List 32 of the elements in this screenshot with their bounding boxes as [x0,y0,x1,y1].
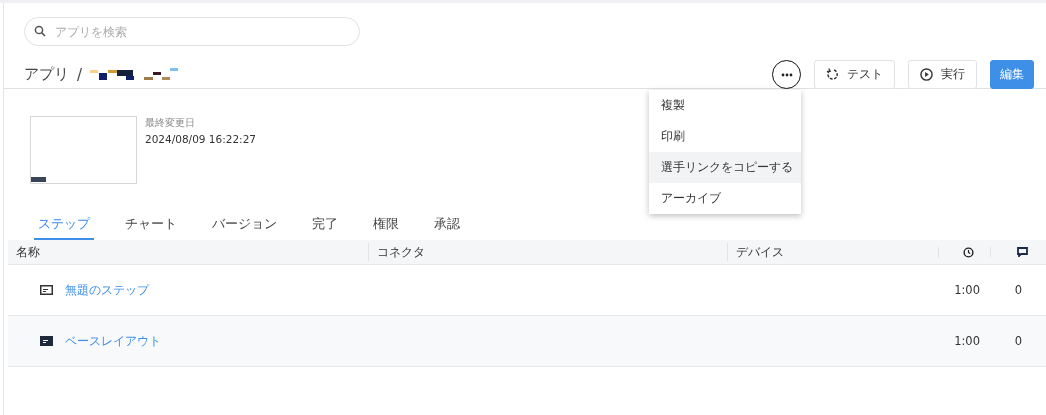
more-button[interactable] [772,60,801,89]
tab[interactable]: チャート [121,216,181,240]
refresh-icon [826,68,839,81]
search-field[interactable]: アプリを検索 [24,17,360,46]
menu-item[interactable]: アーカイブ [649,183,801,214]
menu-item[interactable]: 選手リンクをコピーする [649,152,801,183]
more-icon [780,72,793,77]
column-header: コネクタ [368,243,727,261]
clock-icon [963,246,974,258]
table-cell-text: 0 [1013,334,1023,348]
tab[interactable]: 権限 [369,216,403,240]
tab[interactable]: 完了 [308,216,342,240]
menu-item[interactable]: 印刷 [649,121,801,152]
table-cell-text: 0 [1013,283,1023,297]
menu-item[interactable]: 複製 [649,90,801,121]
breadcrumb-link[interactable]: アプリ [24,65,69,84]
step-link[interactable]: 無題のステップ [65,281,149,299]
test-button[interactable]: テスト [814,60,895,89]
table-cell-text: 1:00 [953,283,981,297]
step-icon [40,285,53,295]
table-cell-text: 1:00 [953,334,981,348]
play-icon [920,68,933,81]
column-header: デバイス [727,243,938,261]
breadcrumb-separator: / [77,65,83,84]
tab[interactable]: バージョン [208,216,281,240]
meta-label: 最終変更日 [145,116,196,130]
tab[interactable]: 承認 [430,216,464,240]
run-button[interactable]: 実行 [908,60,977,89]
layout-icon [40,336,53,346]
meta-value: 2024/08/09 16:22:27 [145,133,256,145]
column-header: 名称 [15,244,41,261]
comment-icon [1017,247,1028,257]
